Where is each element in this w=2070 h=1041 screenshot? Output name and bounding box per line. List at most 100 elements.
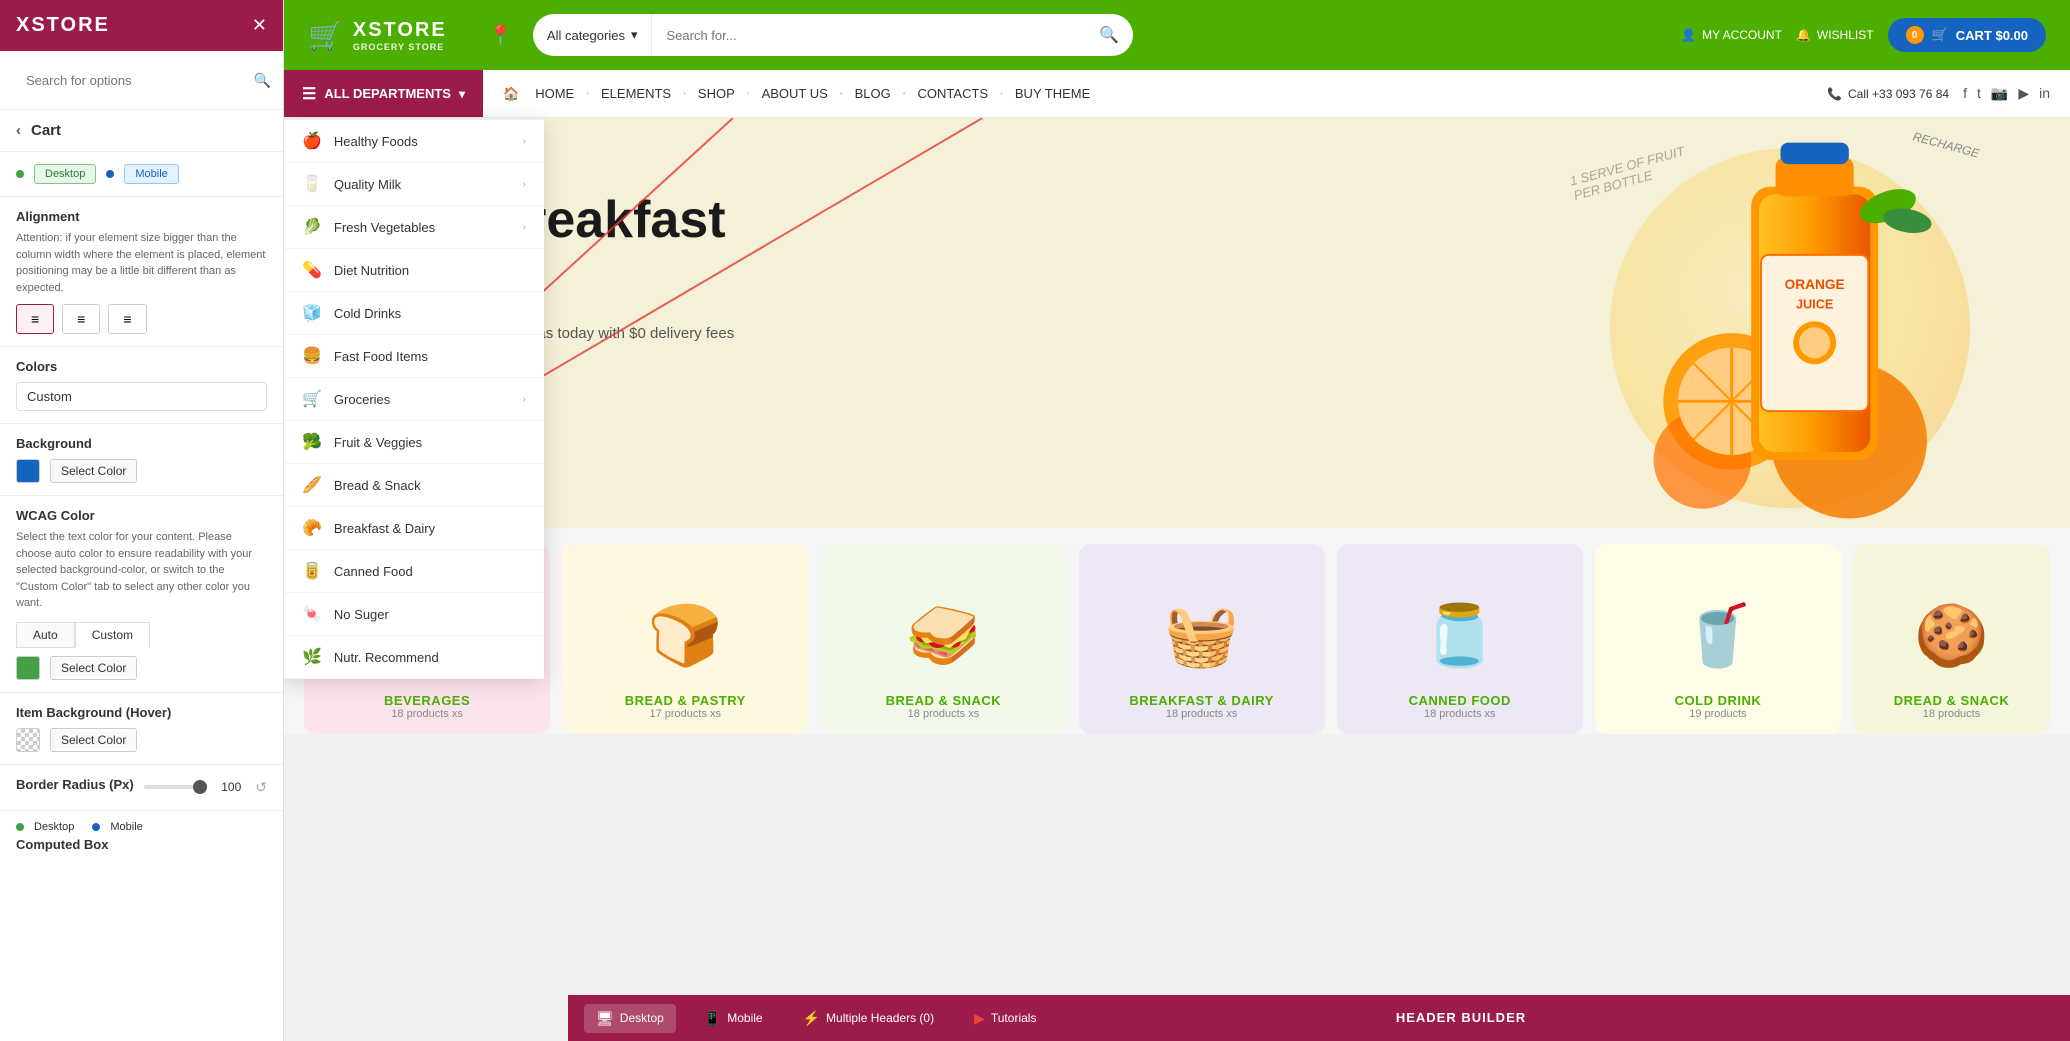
desktop-dot <box>16 170 24 178</box>
chevron-down-icon: ▾ <box>631 27 638 43</box>
dropdown-item[interactable]: 💊 Diet Nutrition <box>284 249 544 292</box>
dropdown-item[interactable]: 🧊 Cold Drinks <box>284 292 544 335</box>
colors-dropdown[interactable]: Custom <box>16 382 267 411</box>
dropdown-item-label: Healthy Foods <box>334 134 418 149</box>
breakfast-dairy-count: 18 products xs <box>1166 708 1238 720</box>
nav-shop[interactable]: SHOP <box>688 70 745 118</box>
wcag-custom-tab[interactable]: Custom <box>75 622 150 648</box>
search-category-dropdown[interactable]: All categories ▾ <box>533 14 653 56</box>
bottom-tab-multiple-headers[interactable]: ⚡ Multiple Headers (0) <box>791 1004 946 1033</box>
border-radius-slider[interactable] <box>144 785 208 789</box>
nav-about[interactable]: ABOUT US <box>752 70 838 118</box>
bottom-tab-mobile[interactable]: 📱 Mobile <box>692 1004 775 1033</box>
align-right-btn[interactable]: ≡ <box>108 304 146 334</box>
cart-logo-icon: 🛒 <box>308 19 343 52</box>
colors-section: Colors Custom <box>0 347 283 424</box>
dropdown-item-icon: 💊 <box>302 260 322 280</box>
category-breakfast-dairy[interactable]: 🧺 BREAKFAST & DAIRY 18 products xs <box>1079 544 1325 734</box>
sidebar-search-input[interactable] <box>12 59 246 101</box>
bg-color-swatch[interactable] <box>16 459 40 483</box>
slider-thumb[interactable] <box>193 780 207 794</box>
category-bread-pastry[interactable]: 🍞 BREAD & PASTRY 17 products xs <box>562 544 808 734</box>
location-icon[interactable]: 📍 <box>488 23 513 48</box>
slider-reset-icon[interactable]: ↺ <box>255 779 267 796</box>
dropdown-item[interactable]: 🛒 Groceries › <box>284 378 544 421</box>
twitter-icon[interactable]: t <box>1977 85 1981 102</box>
mobile-label-2: Mobile <box>110 821 142 833</box>
dropdown-item[interactable]: 🥦 Fruit & Veggies <box>284 421 544 464</box>
nav-contacts[interactable]: CONTACTS <box>908 70 999 118</box>
select-item-hover-color-btn[interactable]: Select Color <box>50 728 137 752</box>
nav-buy-theme[interactable]: BUY THEME <box>1005 70 1100 118</box>
item-hover-swatch[interactable] <box>16 728 40 752</box>
facebook-icon[interactable]: f <box>1963 85 1967 102</box>
select-bg-color-btn[interactable]: Select Color <box>50 459 137 483</box>
cart-button[interactable]: 0 🛒 CART $0.00 <box>1888 18 2046 52</box>
dropdown-item-icon: 🥫 <box>302 561 322 581</box>
select-wcag-color-btn[interactable]: Select Color <box>50 656 137 680</box>
align-center-btn[interactable]: ≡ <box>62 304 100 334</box>
dropdown-item-icon: 🥬 <box>302 217 322 237</box>
bread-snack-count: 18 products xs <box>908 708 980 720</box>
category-cold-drink[interactable]: 🥤 COLD DRINK 19 products <box>1595 544 1841 734</box>
dropdown-item[interactable]: 🍔 Fast Food Items <box>284 335 544 378</box>
dropdown-item-label: Fresh Vegetables <box>334 220 435 235</box>
nav-blog[interactable]: BLOG <box>845 70 901 118</box>
nav-bar: ☰ ALL DEPARTMENTS ▾ 🏠 HOME • ELEMENTS • … <box>284 70 2070 118</box>
wishlist-button[interactable]: 🔔 WISHLIST <box>1796 28 1874 42</box>
bread-pastry-count: 17 products xs <box>649 708 721 720</box>
item-bg-hover-label: Item Background (Hover) <box>16 705 267 720</box>
cold-drink-count: 19 products <box>1689 708 1746 720</box>
bottom-tab-tutorials[interactable]: ▶ Tutorials <box>962 1004 1048 1033</box>
mobile-tab-label: Mobile <box>727 1011 762 1025</box>
dropdown-item-label: Breakfast & Dairy <box>334 521 435 536</box>
nav-elements[interactable]: ELEMENTS <box>591 70 681 118</box>
dropdown-item-label: Nutr. Recommend <box>334 650 439 665</box>
mobile-toggle[interactable]: Mobile <box>124 164 178 184</box>
multiple-headers-icon: ⚡ <box>803 1010 820 1027</box>
main-search-input[interactable] <box>652 14 1085 56</box>
dropdown-item[interactable]: 🥖 Bread & Snack <box>284 464 544 507</box>
category-dread-snack[interactable]: 🍪 DREAD & SNACK 18 products <box>1853 544 2050 734</box>
wishlist-label: WISHLIST <box>1817 28 1874 42</box>
instagram-icon[interactable]: 📷 <box>1991 85 2008 102</box>
dropdown-item-icon: 🧊 <box>302 303 322 323</box>
phone-icon: 📞 <box>1827 87 1842 101</box>
wcag-auto-tab[interactable]: Auto <box>16 622 75 648</box>
category-bread-snack[interactable]: 🥪 BREAD & SNACK 18 products xs <box>820 544 1066 734</box>
dropdown-item[interactable]: 🥫 Canned Food <box>284 550 544 593</box>
align-left-btn[interactable]: ≡ <box>16 304 54 334</box>
my-account-button[interactable]: 👤 MY ACCOUNT <box>1681 28 1782 42</box>
nav-icon-home: 🏠 <box>503 86 519 102</box>
svg-text:JUICE: JUICE <box>1796 298 1833 312</box>
dropdown-item-label: Quality Milk <box>334 177 401 192</box>
close-icon[interactable]: ✕ <box>252 15 267 36</box>
search-bar: All categories ▾ 🔍 <box>533 14 1133 56</box>
all-departments-menu[interactable]: ☰ ALL DEPARTMENTS ▾ <box>284 70 483 117</box>
sidebar: XSTORE ✕ 🔍 ‹ Cart Desktop Mobile Alignme… <box>0 0 284 1041</box>
wcag-label: WCAG Color <box>16 508 267 523</box>
linkedin-icon[interactable]: in <box>2039 85 2050 102</box>
nav-home[interactable]: HOME <box>525 70 584 118</box>
dropdown-item[interactable]: 🍬 No Suger <box>284 593 544 636</box>
mobile-tab-icon: 📱 <box>704 1010 721 1027</box>
dropdown-item[interactable]: 🥛 Quality Milk › <box>284 163 544 206</box>
bottom-tab-desktop[interactable]: 🖥 Desktop <box>584 1004 676 1033</box>
wcag-color-swatch[interactable] <box>16 656 40 680</box>
dropdown-item[interactable]: 🥐 Breakfast & Dairy <box>284 507 544 550</box>
back-arrow-icon[interactable]: ‹ <box>16 122 21 139</box>
alignment-row: ≡ ≡ ≡ <box>16 304 267 334</box>
cold-drink-title: COLD DRINK <box>1675 693 1762 708</box>
desktop-toggle[interactable]: Desktop <box>34 164 96 184</box>
main-search-button[interactable]: 🔍 <box>1085 25 1133 45</box>
dropdown-item[interactable]: 🥬 Fresh Vegetables › <box>284 206 544 249</box>
dropdown-item-label: Fruit & Veggies <box>334 435 422 450</box>
bread-pastry-image: 🍞 <box>635 585 735 685</box>
tutorials-label: Tutorials <box>991 1011 1037 1025</box>
dropdown-item[interactable]: 🍎 Healthy Foods › <box>284 120 544 163</box>
category-canned-food[interactable]: 🫙 CANNED FOOD 18 products xs <box>1337 544 1583 734</box>
dropdown-item[interactable]: 🌿 Nutr. Recommend <box>284 636 544 679</box>
multiple-headers-label: Multiple Headers (0) <box>826 1011 934 1025</box>
store-name: XSTORE <box>353 19 447 42</box>
youtube-icon[interactable]: ▶ <box>2018 85 2029 102</box>
